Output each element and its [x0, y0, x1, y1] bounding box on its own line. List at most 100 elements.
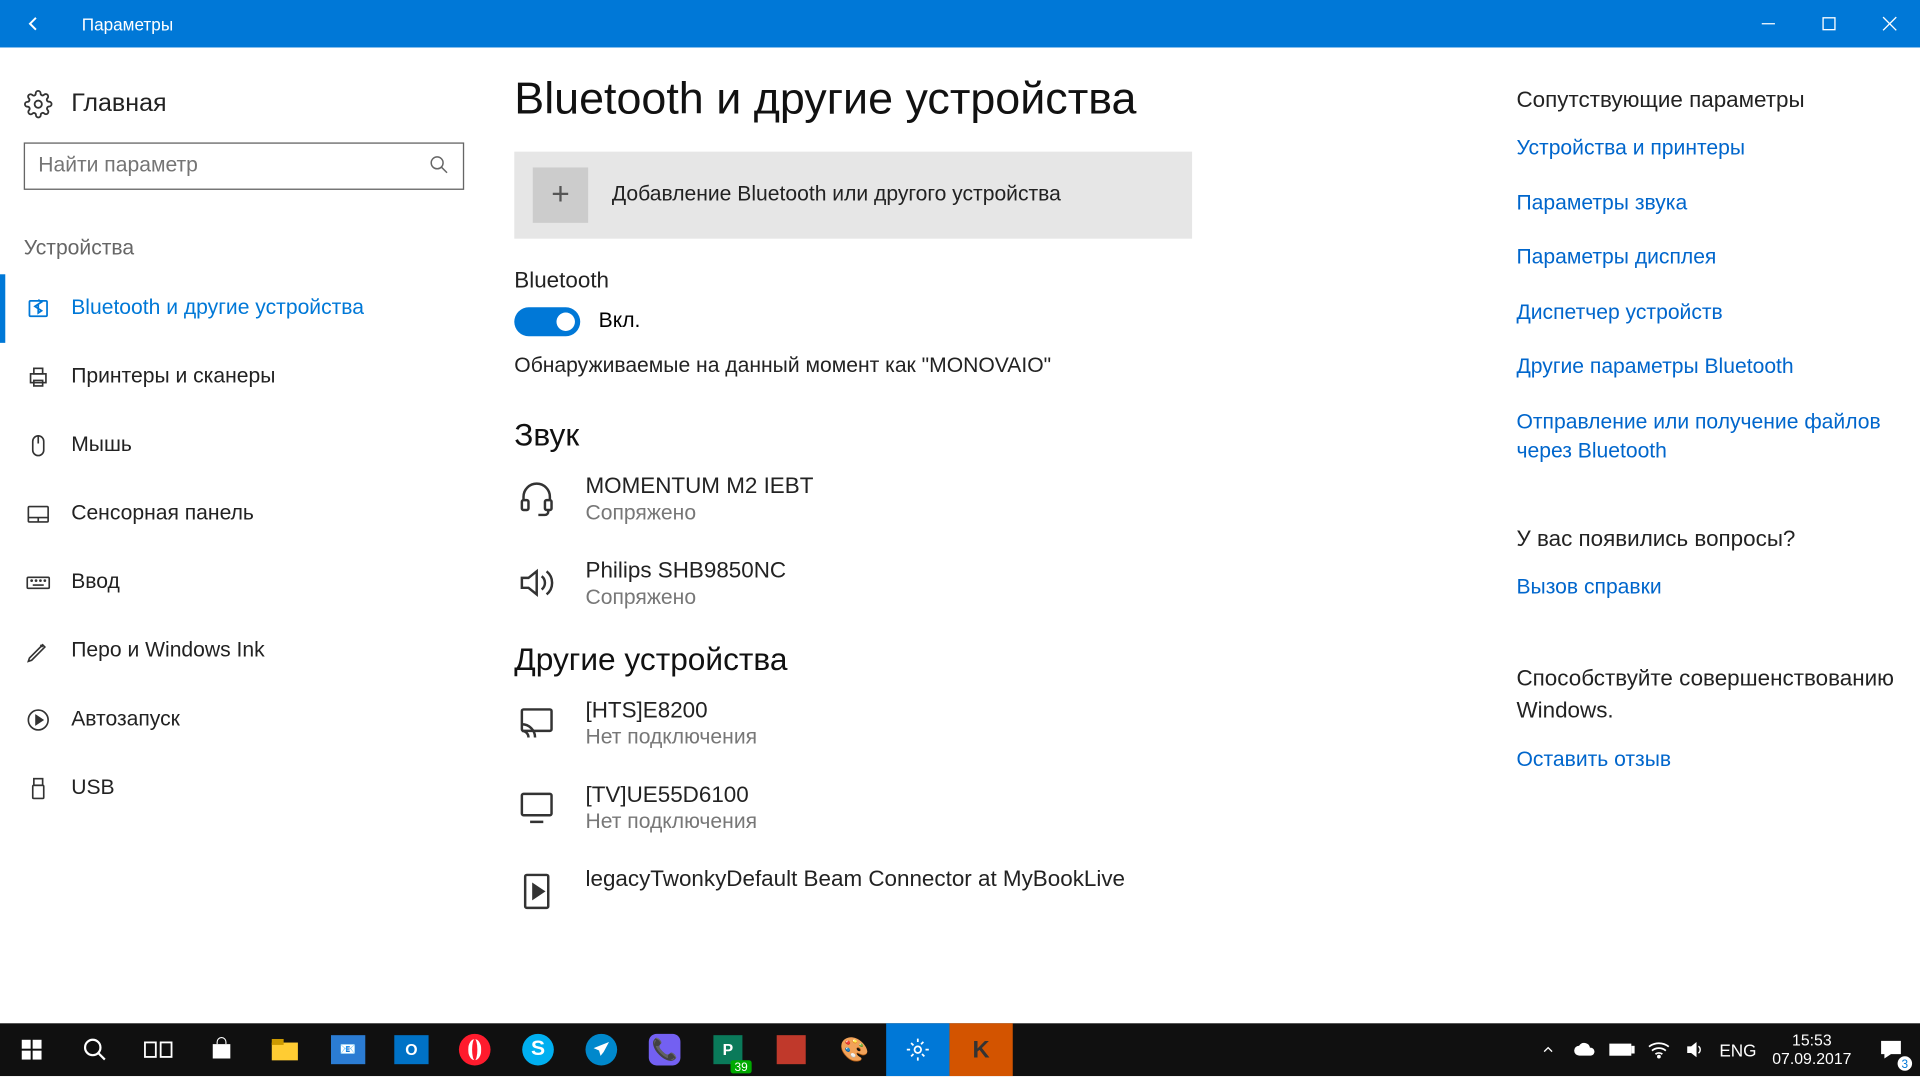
device-name: Philips SHB9850NC: [585, 558, 786, 584]
bluetooth-heading: Bluetooth: [514, 268, 1516, 294]
help-link[interactable]: Вызов справки: [1516, 574, 1912, 602]
nav-label: Автозапуск: [71, 708, 180, 732]
related-link[interactable]: Другие параметры Bluetooth: [1516, 354, 1912, 382]
nav-label: Перо и Windows Ink: [71, 640, 264, 664]
battery-icon[interactable]: [1603, 1023, 1640, 1076]
skype-icon[interactable]: S: [506, 1023, 569, 1076]
main-content: Bluetooth и другие устройства + Добавлен…: [514, 74, 1516, 1023]
onedrive-icon[interactable]: [1567, 1023, 1604, 1076]
right-panel: Сопутствующие параметры Устройства и при…: [1516, 74, 1912, 1023]
device-row[interactable]: legacyTwonkyDefault Beam Connector at My…: [514, 866, 1516, 913]
nav-label: Сенсорная панель: [71, 502, 254, 526]
touchpad-icon: [24, 501, 53, 527]
device-name: [HTS]E8200: [585, 698, 757, 724]
app-icon[interactable]: 📧: [316, 1023, 379, 1076]
sidebar: Главная Устройства Bluetooth и другие ус…: [0, 47, 488, 1023]
plus-icon: +: [533, 167, 588, 222]
tray-chevron[interactable]: [1530, 1023, 1567, 1076]
action-center-icon[interactable]: 3: [1862, 1023, 1920, 1076]
nav-label: USB: [71, 777, 114, 801]
start-button[interactable]: [0, 1023, 63, 1076]
notification-count: 3: [1898, 1056, 1913, 1071]
outlook-icon[interactable]: O: [380, 1023, 443, 1076]
nav-autoplay[interactable]: Автозапуск: [0, 686, 488, 755]
titlebar: Параметры: [0, 0, 1920, 47]
add-device-button[interactable]: + Добавление Bluetooth или другого устро…: [514, 152, 1192, 239]
date: 07.09.2017: [1772, 1050, 1851, 1069]
autoplay-icon: [24, 707, 53, 733]
time: 15:53: [1772, 1031, 1851, 1050]
nav-group-title: Устройства: [0, 214, 488, 275]
related-link[interactable]: Отправление или получение файлов через B…: [1516, 409, 1912, 466]
add-device-label: Добавление Bluetooth или другого устройс…: [612, 183, 1061, 207]
nav-printers[interactable]: Принтеры и сканеры: [0, 343, 488, 412]
nav-label: Bluetooth и другие устройства: [71, 297, 364, 321]
search-button[interactable]: [63, 1023, 126, 1076]
discoverable-text: Обнаруживаемые на данный момент как "MON…: [514, 355, 1516, 379]
nav-pen[interactable]: Перо и Windows Ink: [0, 617, 488, 686]
nav-touchpad[interactable]: Сенсорная панель: [0, 480, 488, 549]
related-link[interactable]: Диспетчер устройств: [1516, 299, 1912, 327]
device-row[interactable]: [HTS]E8200 Нет подключения: [514, 698, 1516, 751]
device-row[interactable]: [TV]UE55D6100 Нет подключения: [514, 782, 1516, 835]
viber-icon[interactable]: 📞: [633, 1023, 696, 1076]
related-heading: Сопутствующие параметры: [1516, 87, 1912, 113]
wifi-icon[interactable]: [1640, 1023, 1677, 1076]
settings-icon[interactable]: [886, 1023, 949, 1076]
cast-icon: [514, 700, 559, 745]
close-button[interactable]: [1859, 0, 1920, 47]
printer-icon: [24, 364, 53, 390]
nav-label: Ввод: [71, 571, 120, 595]
opera-icon[interactable]: [443, 1023, 506, 1076]
search-input[interactable]: [24, 142, 464, 189]
device-row[interactable]: MOMENTUM M2 IEBT Сопряжено: [514, 473, 1516, 526]
nav-usb[interactable]: USB: [0, 754, 488, 823]
paint-icon[interactable]: 🎨: [823, 1023, 886, 1076]
badge: 39: [731, 1060, 752, 1073]
home-button[interactable]: Главная: [0, 79, 488, 142]
nav-label: Мышь: [71, 434, 132, 458]
page-title: Bluetooth и другие устройства: [514, 74, 1516, 125]
other-section-heading: Другие устройства: [514, 642, 1516, 679]
app-p-icon[interactable]: P39: [696, 1023, 759, 1076]
device-row[interactable]: Philips SHB9850NC Сопряжено: [514, 558, 1516, 611]
nav-mouse[interactable]: Мышь: [0, 411, 488, 480]
back-button[interactable]: [0, 0, 66, 47]
kaspersky-icon[interactable]: K: [949, 1023, 1012, 1076]
keyboard-icon: [24, 570, 53, 596]
related-link[interactable]: Устройства и принтеры: [1516, 135, 1912, 163]
device-status: Нет подключения: [585, 811, 757, 835]
nav-typing[interactable]: Ввод: [0, 549, 488, 618]
volume-icon[interactable]: [1677, 1023, 1714, 1076]
nav-label: Принтеры и сканеры: [71, 365, 275, 389]
clock[interactable]: 15:53 07.09.2017: [1762, 1031, 1862, 1069]
window-title: Параметры: [82, 14, 173, 34]
search-icon: [427, 153, 451, 177]
related-link[interactable]: Параметры дисплея: [1516, 244, 1912, 272]
device-name: legacyTwonkyDefault Beam Connector at My…: [585, 866, 1125, 892]
nav-bluetooth[interactable]: Bluetooth и другие устройства: [0, 274, 488, 343]
app-red-icon[interactable]: [760, 1023, 823, 1076]
media-icon: [514, 869, 559, 914]
audio-section-heading: Звук: [514, 418, 1516, 455]
explorer-icon[interactable]: [253, 1023, 316, 1076]
bluetooth-toggle[interactable]: [514, 307, 580, 336]
headset-icon: [514, 476, 559, 521]
device-name: [TV]UE55D6100: [585, 782, 757, 808]
home-label: Главная: [71, 90, 166, 119]
store-icon[interactable]: [190, 1023, 253, 1076]
feedback-heading: Способствуйте совершенствованию Windows.: [1516, 663, 1912, 726]
device-status: Сопряжено: [585, 502, 813, 526]
feedback-link[interactable]: Оставить отзыв: [1516, 747, 1912, 775]
speaker-icon: [514, 560, 559, 605]
minimize-button[interactable]: [1738, 0, 1799, 47]
telegram-icon[interactable]: [570, 1023, 633, 1076]
language-indicator[interactable]: ENG: [1714, 1023, 1761, 1076]
taskview-button[interactable]: [127, 1023, 190, 1076]
bluetooth-icon: [24, 295, 53, 321]
gear-icon: [24, 90, 53, 119]
maximize-button[interactable]: [1799, 0, 1860, 47]
help-heading: У вас появились вопросы?: [1516, 526, 1912, 552]
monitor-icon: [514, 785, 559, 830]
related-link[interactable]: Параметры звука: [1516, 189, 1912, 217]
